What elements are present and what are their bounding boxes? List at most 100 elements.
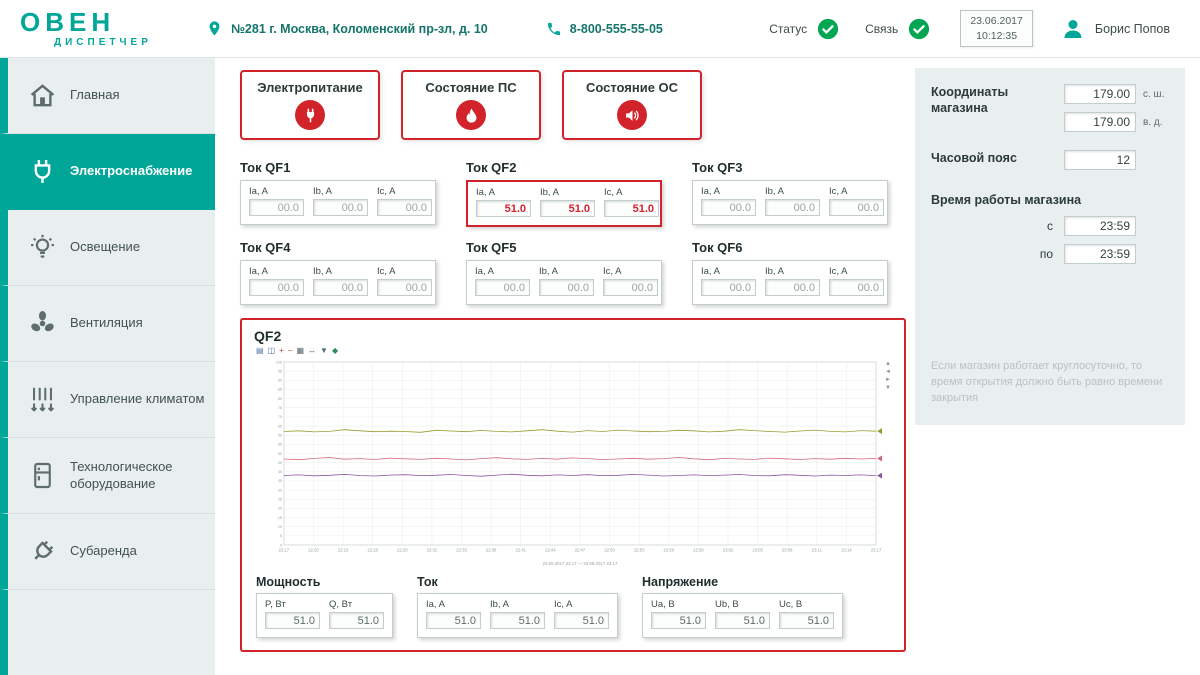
sidebar-item-label: Технологическое оборудование [70, 459, 207, 492]
field-label: Ib, A [765, 186, 820, 197]
power-group: Мощность P, Вт Q, Вт [256, 575, 393, 638]
close-time-row: по [1040, 244, 1169, 264]
breaker-qf4[interactable]: Ток QF4 Ia, A Ib, A Ic, A [240, 240, 436, 305]
scroll-down-icon[interactable]: ▼ [885, 385, 891, 391]
power-p-input[interactable] [265, 612, 320, 629]
qf6-ic-input[interactable] [829, 279, 884, 296]
svg-text:70: 70 [278, 415, 282, 419]
voltage-ub-input[interactable] [715, 612, 770, 629]
grid-icon[interactable]: ▦ [296, 347, 304, 355]
qf1-ib-input[interactable] [313, 199, 368, 216]
sidebar-item-home[interactable]: Главная [0, 58, 215, 134]
field-label: Ia, A [249, 186, 304, 197]
field-label: Ic, A [377, 186, 432, 197]
qf2-ic-input[interactable] [604, 200, 659, 217]
breaker-values: Ia, A Ib, A Ic, A [466, 260, 662, 305]
pan-icon[interactable]: ↔ [308, 347, 316, 355]
legend-icon[interactable]: ◆ [332, 347, 338, 355]
sidebar-item-power-supply[interactable]: Электроснабжение [0, 134, 215, 210]
breaker-qf1[interactable]: Ток QF1 Ia, A Ib, A Ic, A [240, 160, 436, 227]
svg-text:23:14: 23:14 [841, 547, 852, 552]
svg-text:55: 55 [278, 443, 282, 447]
svg-text:22:53: 22:53 [634, 547, 645, 552]
breaker-qf6[interactable]: Ток QF6 Ia, A Ib, A Ic, A [692, 240, 888, 305]
field-label: Ib, A [539, 266, 594, 277]
user-info[interactable]: Борис Попов [1061, 17, 1170, 41]
sidebar-item-label: Вентиляция [70, 315, 143, 331]
qf1-ia-input[interactable] [249, 199, 304, 216]
security-alarm-button[interactable]: Состояние ОС [562, 70, 702, 140]
voltage-group: Напряжение Ua, B Ub, B Uc, B [642, 575, 843, 638]
power-q-input[interactable] [329, 612, 384, 629]
qf3-ib-input[interactable] [765, 199, 820, 216]
sidebar-item-lighting[interactable]: Освещение [0, 210, 215, 286]
panel-title: QF2 [254, 328, 892, 344]
copy-icon[interactable]: ◫ [268, 347, 276, 355]
timezone-label: Часовой пояс [931, 150, 1017, 170]
time-text: 10:12:35 [970, 29, 1023, 43]
zoom-out-icon[interactable]: − [288, 347, 293, 355]
sidebar-item-ventilation[interactable]: Вентиляция [0, 286, 215, 362]
zoom-in-icon[interactable]: + [279, 347, 284, 355]
open-time-input[interactable] [1064, 216, 1136, 236]
qf2-ib-input[interactable] [540, 200, 595, 217]
sidebar-item-label: Управление климатом [70, 391, 204, 407]
voltage-ua-input[interactable] [651, 612, 706, 629]
current-ic-input[interactable] [554, 612, 609, 629]
longitude-input[interactable] [1064, 112, 1136, 132]
field-label: Ub, B [715, 599, 770, 610]
qf3-ic-input[interactable] [829, 199, 884, 216]
breaker-qf3[interactable]: Ток QF3 Ia, A Ib, A Ic, A [692, 160, 888, 227]
breaker-values: Ia, A Ib, A Ic, A [466, 180, 662, 227]
scroll-left-icon[interactable]: ◄ [885, 369, 891, 375]
qf6-ib-input[interactable] [765, 279, 820, 296]
logo[interactable]: ОВЕН ДИСПЕТЧЕР [20, 9, 192, 48]
close-time-input[interactable] [1064, 244, 1136, 264]
bulb-icon [28, 233, 57, 262]
power-supply-alarm-button[interactable]: Электропитание [240, 70, 380, 140]
datetime-display: 23.06.2017 10:12:35 [960, 10, 1033, 46]
scroll-up-icon[interactable]: ▲ [885, 361, 891, 367]
timezone-input[interactable] [1064, 150, 1136, 170]
qf5-ic-input[interactable] [603, 279, 658, 296]
latitude-suffix: с. ш. [1143, 89, 1169, 100]
export-icon[interactable]: ▼ [320, 347, 328, 355]
breaker-qf2[interactable]: Ток QF2 Ia, A Ib, A Ic, A [466, 160, 662, 227]
button-label: Состояние ОС [586, 80, 678, 95]
qf5-ia-input[interactable] [475, 279, 530, 296]
latitude-input[interactable] [1064, 84, 1136, 104]
breaker-qf5[interactable]: Ток QF5 Ia, A Ib, A Ic, A [466, 240, 662, 305]
trend-chart[interactable]: 0510152025303540455055606570758085909510… [254, 357, 892, 569]
qf1-ic-input[interactable] [377, 199, 432, 216]
qf5-ib-input[interactable] [539, 279, 594, 296]
field-label: Ib, A [765, 266, 820, 277]
measurement-groups: Мощность P, Вт Q, Вт Ток Ia, A Ib, A Ic,… [256, 575, 892, 638]
voltage-uc-input[interactable] [779, 612, 834, 629]
menu-icon[interactable]: ▤ [256, 347, 264, 355]
svg-text:22:17: 22:17 [279, 547, 290, 552]
svg-text:80: 80 [278, 397, 282, 401]
qf4-ia-input[interactable] [249, 279, 304, 296]
user-icon [1061, 17, 1085, 41]
sidebar-item-climate[interactable]: Управление климатом [0, 362, 215, 438]
svg-text:65: 65 [278, 424, 282, 428]
worktime-note: Если магазин работает круглосуточно, то … [931, 359, 1169, 411]
current-ia-input[interactable] [426, 612, 481, 629]
svg-text:75: 75 [278, 406, 282, 410]
field-label: Ia, A [701, 186, 756, 197]
current-ib-input[interactable] [490, 612, 545, 629]
qf2-ia-input[interactable] [476, 200, 531, 217]
qf6-ia-input[interactable] [701, 279, 756, 296]
qf4-ic-input[interactable] [377, 279, 432, 296]
svg-text:30: 30 [278, 488, 282, 492]
fire-alarm-button[interactable]: Состояние ПС [401, 70, 541, 140]
qf3-ia-input[interactable] [701, 199, 756, 216]
svg-text:20: 20 [278, 507, 282, 511]
svg-text:40: 40 [278, 470, 282, 474]
scroll-right-icon[interactable]: ► [885, 377, 891, 383]
store-settings-panel: Координаты магазина с. ш. в. д. [915, 68, 1185, 425]
sidebar-item-equipment[interactable]: Технологическое оборудование [0, 438, 215, 514]
svg-text:22:44: 22:44 [545, 547, 556, 552]
sidebar-item-sublease[interactable]: Субаренда [0, 514, 215, 590]
qf4-ib-input[interactable] [313, 279, 368, 296]
